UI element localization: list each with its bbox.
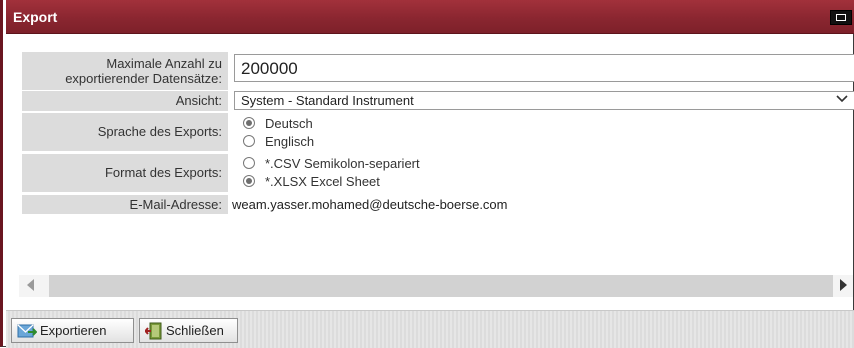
form-area: Maximale Anzahl zu exportierender Datens… [6, 35, 854, 275]
radio-label: *.XLSX Excel Sheet [265, 173, 380, 189]
max-records-input[interactable]: 200000 [234, 54, 854, 82]
export-button-label: Exportieren [40, 323, 107, 338]
close-button-label: Schließen [166, 323, 224, 338]
dialog-footer: Exportieren Schließen [6, 310, 854, 348]
close-button[interactable]: Schließen [139, 318, 238, 343]
horizontal-scrollbar[interactable] [19, 275, 853, 297]
export-button[interactable]: Exportieren [11, 318, 134, 343]
radio-label: *.CSV Semikolon-separiert [265, 155, 420, 171]
radio-button[interactable] [243, 117, 255, 129]
export-icon [17, 324, 37, 337]
max-records-label: Maximale Anzahl zu exportierender Datens… [22, 52, 228, 90]
title-bar[interactable]: Export [6, 0, 854, 34]
format-option-xlsx[interactable]: *.XLSX Excel Sheet [243, 172, 380, 190]
radio-button[interactable] [243, 175, 255, 187]
scrollbar-thumb[interactable] [49, 275, 833, 297]
language-label: Sprache des Exports: [22, 113, 228, 151]
scroll-right-icon[interactable] [839, 279, 847, 294]
dialog-title: Export [13, 9, 58, 25]
maximize-button[interactable] [830, 10, 852, 25]
language-option-englisch[interactable]: Englisch [243, 132, 314, 150]
maximize-icon [836, 14, 846, 21]
scroll-left-icon[interactable] [27, 279, 35, 294]
language-option-deutsch[interactable]: Deutsch [243, 114, 313, 132]
radio-label: Englisch [265, 133, 315, 149]
close-door-icon [145, 322, 162, 339]
format-option-csv[interactable]: *.CSV Semikolon-separiert [243, 154, 420, 172]
email-label: E-Mail-Adresse: [22, 195, 228, 214]
export-dialog: Export Maximale Anzahl zu exportierender… [0, 0, 854, 348]
email-value: weam.yasser.mohamed@deutsche-boerse.com [232, 197, 508, 212]
chevron-down-icon [835, 92, 849, 109]
radio-button[interactable] [243, 135, 255, 147]
view-select-value: System - Standard Instrument [241, 93, 414, 108]
radio-label: Deutsch [265, 115, 313, 131]
radio-button[interactable] [243, 157, 255, 169]
format-label: Format des Exports: [22, 154, 228, 192]
view-label: Ansicht: [22, 91, 228, 111]
view-select[interactable]: System - Standard Instrument [234, 91, 854, 110]
